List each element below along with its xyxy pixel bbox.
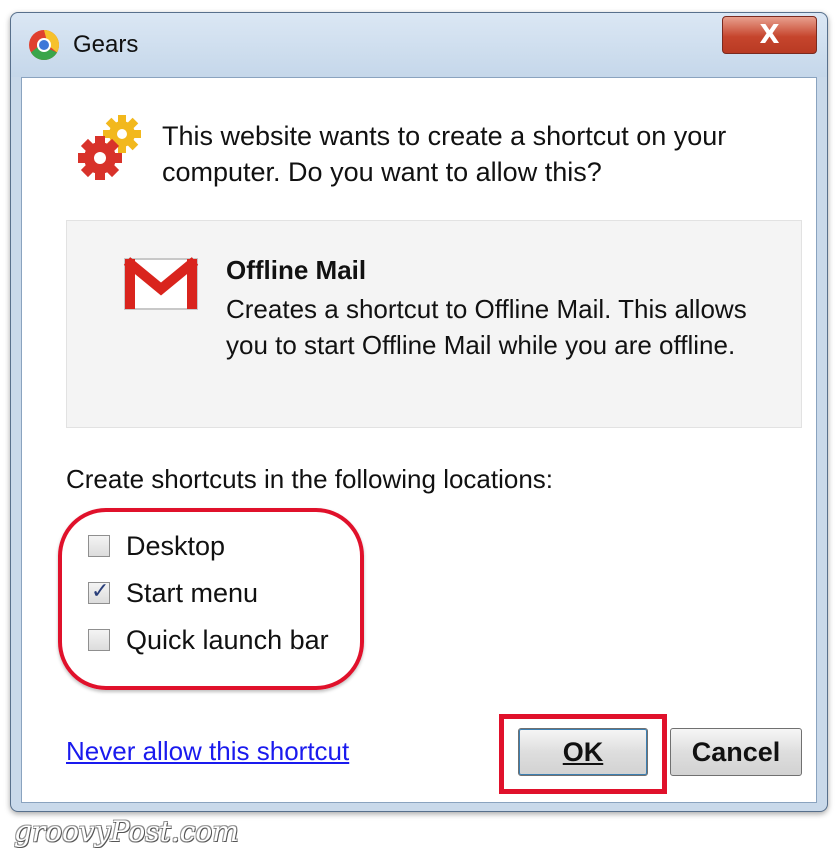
cancel-button[interactable]: Cancel [670, 728, 802, 776]
gears-dialog-window: Gears X This website wants to create a s… [10, 12, 828, 812]
gmail-icon [123, 257, 199, 310]
gears-icon [78, 115, 141, 180]
ok-button[interactable]: OK [518, 728, 648, 776]
shortcut-info-box: Offline Mail Creates a shortcut to Offli… [66, 220, 802, 428]
never-allow-link[interactable]: Never allow this shortcut [66, 736, 349, 767]
shortcut-app-name: Offline Mail [226, 255, 367, 285]
locations-label: Create shortcuts in the following locati… [66, 464, 554, 494]
checkbox-highlight-annotation [58, 508, 364, 690]
cancel-label: Cancel [691, 736, 781, 767]
close-button[interactable]: X [722, 16, 817, 54]
chrome-icon [29, 29, 60, 61]
watermark-logo: groovyPost.com [14, 815, 239, 848]
ok-label: OK [562, 736, 604, 767]
prompt-text: This website wants to create a shortcut … [162, 121, 727, 187]
window-title: Gears [73, 31, 139, 58]
dialog-body: This website wants to create a shortcut … [21, 77, 817, 803]
shortcut-description: Creates a shortcut to Offline Mail. This… [226, 294, 747, 360]
close-icon: X [759, 20, 780, 50]
title-bar[interactable]: Gears X [11, 13, 827, 77]
